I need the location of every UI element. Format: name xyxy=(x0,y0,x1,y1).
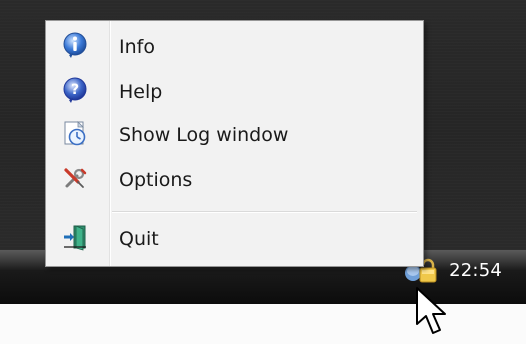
menu-item-help[interactable]: ? Help xyxy=(49,71,419,111)
tray-context-menu: Info ? Help Show Log window Options Quit xyxy=(45,20,424,267)
options-tools-icon xyxy=(61,164,89,192)
menu-item-label: Info xyxy=(119,36,155,58)
log-window-icon xyxy=(61,119,89,147)
info-icon xyxy=(61,31,89,59)
menu-item-label: Show Log window xyxy=(119,124,289,146)
menu-item-quit[interactable]: Quit xyxy=(49,218,419,258)
menu-separator-highlight xyxy=(112,212,417,213)
menu-item-label: Options xyxy=(119,169,193,191)
menu-item-label: Help xyxy=(119,81,163,103)
menu-item-label: Quit xyxy=(119,228,159,250)
clock[interactable]: 22:54 xyxy=(449,260,502,281)
menu-item-options[interactable]: Options xyxy=(49,159,419,199)
mouse-cursor-icon xyxy=(413,286,453,340)
menu-item-info[interactable]: Info xyxy=(49,26,419,66)
menu-item-show-log-window[interactable]: Show Log window xyxy=(49,114,419,154)
svg-text:?: ? xyxy=(71,82,79,98)
quit-exit-icon xyxy=(61,223,89,251)
help-icon: ? xyxy=(61,76,89,104)
